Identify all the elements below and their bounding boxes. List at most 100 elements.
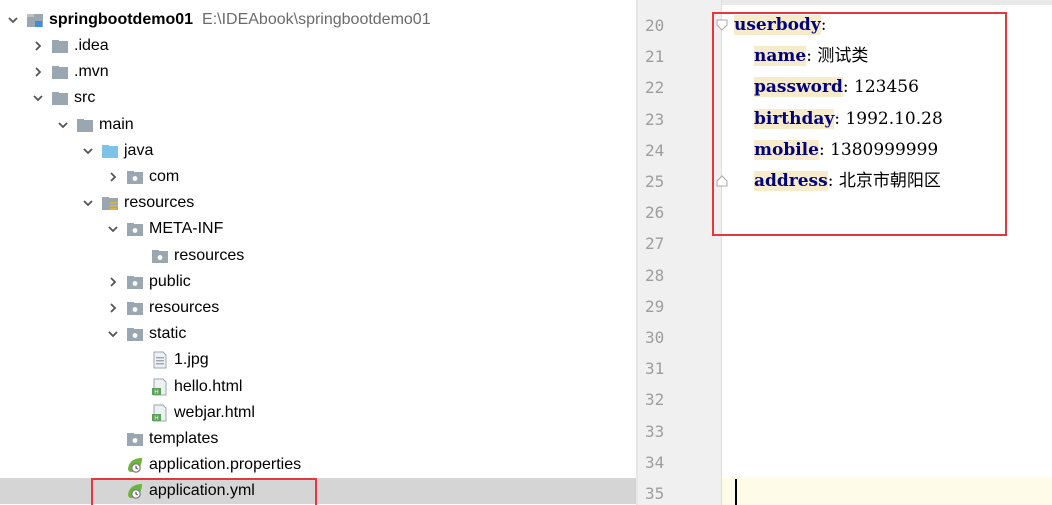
folder-icon xyxy=(51,63,69,81)
tree-item-label: main xyxy=(99,115,134,133)
current-line-highlight xyxy=(722,478,1052,505)
chevron-down-icon[interactable] xyxy=(6,13,20,27)
chevron-right-icon[interactable] xyxy=(31,39,45,53)
line-number: 20 xyxy=(645,16,665,35)
chevron-down-icon[interactable] xyxy=(56,118,70,132)
chevron-down-icon[interactable] xyxy=(106,327,120,341)
tree-item-label: src xyxy=(74,89,96,107)
project-name: springbootdemo01 xyxy=(49,11,194,28)
line-number: 34 xyxy=(645,452,665,472)
tree-item[interactable]: 1.jpg xyxy=(0,347,636,373)
tree-item[interactable]: static xyxy=(0,321,636,347)
chevron-down-icon[interactable] xyxy=(106,222,120,236)
yaml-colon: : xyxy=(834,108,846,129)
spring-config-icon xyxy=(126,482,144,500)
project-path: E:\IDEAbook\springbootdemo01 xyxy=(202,11,431,28)
chevron-right-icon[interactable] xyxy=(106,275,120,289)
tree-item[interactable]: public xyxy=(0,269,636,295)
line-number: 35 xyxy=(645,484,665,503)
fold-open-icon[interactable] xyxy=(715,18,729,32)
tree-item-label: .idea xyxy=(74,37,109,54)
code-editor[interactable]: 20 21 22 23 24 25 26 27 28 29 30 31 32 33 34 35 userbod… xyxy=(638,0,1052,505)
tree-item-label: hello.html xyxy=(174,377,243,395)
tree-item[interactable]: .idea xyxy=(0,33,636,59)
yaml-value: 1380999999 xyxy=(830,139,939,160)
tree-item-label: com xyxy=(149,168,180,185)
yaml-key: userbody xyxy=(734,15,821,35)
yaml-key: address xyxy=(754,171,828,191)
package-icon xyxy=(126,430,144,448)
yaml-value: 123456 xyxy=(854,77,919,98)
code-line[interactable]: password: 123456 xyxy=(754,72,919,103)
html-file-icon: H xyxy=(151,378,169,396)
tree-item[interactable]: resources xyxy=(0,190,636,216)
tree-item-label: webjar.html xyxy=(174,403,255,421)
chevron-down-icon[interactable] xyxy=(81,196,95,210)
code-line[interactable]: userbody: xyxy=(734,10,826,41)
tree-item[interactable]: META-INF xyxy=(0,216,636,242)
tree-item-label: java xyxy=(124,141,154,159)
yaml-key: password xyxy=(754,77,843,98)
yaml-key: birthday xyxy=(754,108,835,129)
tree-item[interactable]: Hwebjar.html xyxy=(0,400,636,426)
image-file-icon xyxy=(151,351,169,369)
folder-icon xyxy=(51,37,69,55)
chevron-down-icon[interactable] xyxy=(31,91,45,105)
code-line[interactable]: name: 测试类 xyxy=(754,41,868,72)
chevron-down-icon[interactable] xyxy=(81,144,95,158)
tree-item[interactable]: templates xyxy=(0,426,636,452)
tree-item-label: application.properties xyxy=(149,456,302,474)
tree-item[interactable]: java xyxy=(0,138,636,164)
tree-item-label: application.yml xyxy=(149,482,255,500)
line-number: 30 xyxy=(645,328,665,347)
code-line[interactable]: address: 北京市朝阳区 xyxy=(754,166,941,197)
chevron-right-icon[interactable] xyxy=(106,170,120,184)
folder-icon xyxy=(51,89,69,107)
resources-folder-icon xyxy=(101,194,119,212)
package-icon xyxy=(126,325,144,343)
tree-item-label: resources xyxy=(124,194,195,212)
tree-item[interactable]: resources xyxy=(0,243,636,269)
tree-item-label: META-INF xyxy=(149,220,224,238)
yaml-colon: : xyxy=(820,15,827,35)
code-line[interactable]: birthday: 1992.10.28 xyxy=(754,104,943,135)
yaml-value: 1992.10.28 xyxy=(845,108,943,129)
code-line[interactable]: mobile: 1380999999 xyxy=(754,135,938,166)
chevron-right-icon[interactable] xyxy=(106,301,120,315)
text-caret xyxy=(735,479,737,505)
tree-item[interactable]: com xyxy=(0,164,636,190)
source-folder-icon xyxy=(101,142,119,160)
tree-item[interactable]: Hhello.html xyxy=(0,374,636,400)
tree-item[interactable]: .mvn xyxy=(0,59,636,85)
tree-item[interactable]: application.yml xyxy=(0,478,636,505)
tree-item[interactable]: resources xyxy=(0,295,636,321)
tree-root-item[interactable]: springbootdemo01 E:\IDEAbook\springbootd… xyxy=(0,7,636,33)
tree-item[interactable]: main xyxy=(0,112,636,138)
spring-config-icon xyxy=(126,456,144,474)
tree-item-label: templates xyxy=(149,430,219,447)
module-folder-icon xyxy=(26,11,44,29)
chevron-right-icon[interactable] xyxy=(31,65,45,79)
html-file-icon: H xyxy=(151,404,169,422)
line-number: 21 xyxy=(645,47,665,67)
yaml-key: name xyxy=(754,46,807,67)
tree-item-label: static xyxy=(149,325,187,343)
line-number: 31 xyxy=(645,359,665,379)
line-number: 26 xyxy=(645,203,665,223)
tree-item[interactable]: application.properties xyxy=(0,452,636,478)
line-number: 23 xyxy=(645,109,665,129)
tree-item-label: 1.jpg xyxy=(174,351,209,369)
fold-close-icon[interactable] xyxy=(715,174,729,188)
folder-icon xyxy=(76,116,94,134)
line-number: 29 xyxy=(645,296,665,316)
line-number: 27 xyxy=(645,234,665,254)
yaml-colon: : xyxy=(818,139,831,160)
tree-item[interactable]: src xyxy=(0,85,636,111)
package-icon xyxy=(126,273,144,291)
yaml-value: 北京市朝阳区 xyxy=(838,171,941,191)
project-tree: springbootdemo01 E:\IDEAbook\springbootd… xyxy=(0,0,636,505)
